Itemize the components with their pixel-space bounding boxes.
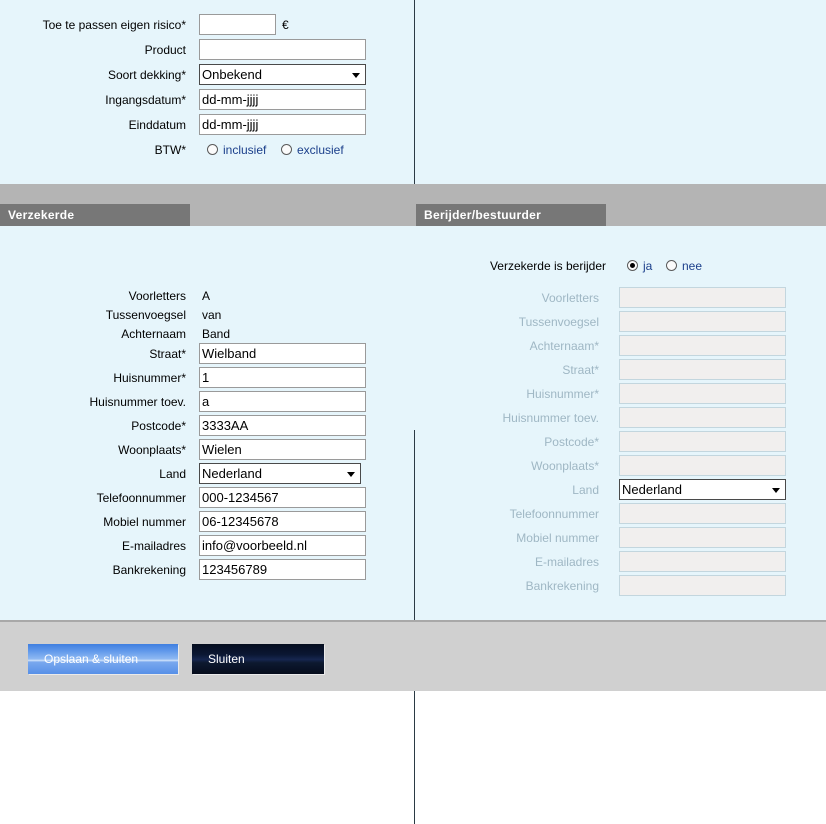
form-row-btw: BTW* inclusief exclusief: [0, 139, 400, 161]
label-soort-dekking: Soort dekking*: [107, 68, 186, 82]
input-postcode-driver[interactable]: [619, 431, 786, 452]
label-tussenvoegsel-driver: Tussenvoegsel: [518, 315, 599, 329]
panel-divider-top: [414, 0, 415, 184]
input-eigen-risico[interactable]: [199, 14, 276, 35]
label-achternaam-insured: Achternaam: [121, 327, 186, 341]
form-row-ingangsdatum: Ingangsdatum*: [0, 89, 400, 111]
input-einddatum[interactable]: [199, 114, 366, 135]
btw-radio-group: inclusief exclusief: [199, 139, 389, 161]
input-mobiel-nummer-insured[interactable]: [199, 511, 366, 532]
parties-panel: Verzekerde Berijder/bestuurder Voorlette…: [0, 204, 826, 824]
label-email-insured: E-mailadres: [121, 539, 186, 553]
input-achternaam-driver[interactable]: [619, 335, 786, 356]
label-voorletters-driver: Voorletters: [541, 291, 599, 305]
input-ingangsdatum[interactable]: [199, 89, 366, 110]
select-soort-dekking[interactable]: Onbekend: [199, 64, 366, 85]
label-woonplaats-driver: Woonplaats*: [531, 459, 599, 473]
input-email-driver[interactable]: [619, 551, 786, 572]
input-telefoonnummer-insured[interactable]: [199, 487, 366, 508]
radio-btw-exclusief[interactable]: [281, 144, 292, 155]
label-telefoonnummer-insured: Telefoonnummer: [96, 491, 186, 505]
input-woonplaats-insured[interactable]: [199, 439, 366, 460]
label-mobiel-nummer-insured: Mobiel nummer: [103, 515, 186, 529]
label-ingangsdatum: Ingangsdatum*: [105, 93, 186, 107]
section-separator-band: [0, 184, 826, 204]
label-btw: BTW*: [154, 143, 186, 157]
select-soort-dekking-value: Onbekend: [202, 67, 262, 82]
input-straat-driver[interactable]: [619, 359, 786, 380]
radio-berijder-nee-label[interactable]: nee: [682, 255, 702, 277]
radio-berijder-ja[interactable]: [627, 260, 638, 271]
chevron-down-icon: [772, 488, 780, 493]
input-huisnummer-toev-insured[interactable]: [199, 391, 366, 412]
select-land-driver-value: Nederland: [622, 482, 682, 497]
label-product: Product: [144, 43, 186, 57]
label-straat-driver: Straat*: [562, 363, 599, 377]
input-tussenvoegsel-driver[interactable]: [619, 311, 786, 332]
select-land-driver[interactable]: Nederland: [619, 479, 786, 500]
label-eigen-risico: Toe te passen eigen risico*: [42, 18, 186, 32]
input-postcode-insured[interactable]: [199, 415, 366, 436]
label-einddatum: Einddatum: [128, 118, 186, 132]
label-straat-insured: Straat*: [149, 347, 186, 361]
form-row-eigen-risico: Toe te passen eigen risico* €: [0, 14, 400, 36]
label-huisnummer-insured: Huisnummer*: [113, 371, 186, 385]
label-mobiel-nummer-driver: Mobiel nummer: [516, 531, 599, 545]
label-huisnummer-toev-driver: Huisnummer toev.: [502, 411, 599, 425]
radio-btw-inclusief-label[interactable]: inclusief: [223, 139, 266, 161]
input-bankrekening-insured[interactable]: [199, 559, 366, 580]
form-row-soort-dekking: Soort dekking* Onbekend: [0, 64, 400, 86]
verzekerde-is-berijder-radio-group: ja nee: [619, 255, 809, 277]
input-mobiel-nummer-driver[interactable]: [619, 527, 786, 548]
input-product[interactable]: [199, 39, 366, 60]
label-land-driver: Land: [572, 483, 599, 497]
label-verzekerde-is-berijder: Verzekerde is berijder: [489, 259, 606, 273]
value-achternaam-insured: Band: [202, 327, 231, 341]
policy-details-panel: Toe te passen eigen risico* € Product So…: [0, 0, 826, 184]
label-bankrekening-insured: Bankrekening: [112, 563, 186, 577]
select-land-insured-value: Nederland: [202, 466, 262, 481]
form-row-product: Product: [0, 39, 400, 61]
input-huisnummer-insured[interactable]: [199, 367, 366, 388]
radio-berijder-ja-label[interactable]: ja: [643, 255, 652, 277]
label-huisnummer-driver: Huisnummer*: [526, 387, 599, 401]
form-row-einddatum: Einddatum: [0, 114, 400, 136]
chevron-down-icon: [347, 472, 355, 477]
section-tabstrip: Verzekerde Berijder/bestuurder: [0, 204, 826, 226]
policy-form-window: Toe te passen eigen risico* € Product So…: [0, 0, 826, 824]
label-postcode-driver: Postcode*: [544, 435, 599, 449]
input-straat-insured[interactable]: [199, 343, 366, 364]
label-postcode-insured: Postcode*: [131, 419, 186, 433]
label-telefoonnummer-driver: Telefoonnummer: [509, 507, 599, 521]
radio-btw-exclusief-label[interactable]: exclusief: [297, 139, 344, 161]
label-achternaam-driver: Achternaam*: [529, 339, 599, 353]
label-woonplaats-insured: Woonplaats*: [118, 443, 186, 457]
input-huisnummer-driver[interactable]: [619, 383, 786, 404]
close-button[interactable]: Sluiten: [192, 644, 324, 674]
tab-berijder-bestuurder[interactable]: Berijder/bestuurder: [416, 204, 606, 226]
euro-suffix: €: [282, 18, 289, 32]
select-land-insured[interactable]: Nederland: [199, 463, 361, 484]
label-huisnummer-toev-insured: Huisnummer toev.: [89, 395, 186, 409]
input-email-insured[interactable]: [199, 535, 366, 556]
input-woonplaats-driver[interactable]: [619, 455, 786, 476]
radio-berijder-nee[interactable]: [666, 260, 677, 271]
chevron-down-icon: [352, 73, 360, 78]
label-email-driver: E-mailadres: [534, 555, 599, 569]
input-voorletters-driver[interactable]: [619, 287, 786, 308]
save-and-close-button[interactable]: Opslaan & sluiten: [28, 644, 178, 674]
tab-verzekerde[interactable]: Verzekerde: [0, 204, 190, 226]
radio-btw-inclusief[interactable]: [207, 144, 218, 155]
label-land-insured: Land: [159, 467, 186, 481]
label-bankrekening-driver: Bankrekening: [525, 579, 599, 593]
input-huisnummer-toev-driver[interactable]: [619, 407, 786, 428]
input-bankrekening-driver[interactable]: [619, 575, 786, 596]
input-telefoonnummer-driver[interactable]: [619, 503, 786, 524]
